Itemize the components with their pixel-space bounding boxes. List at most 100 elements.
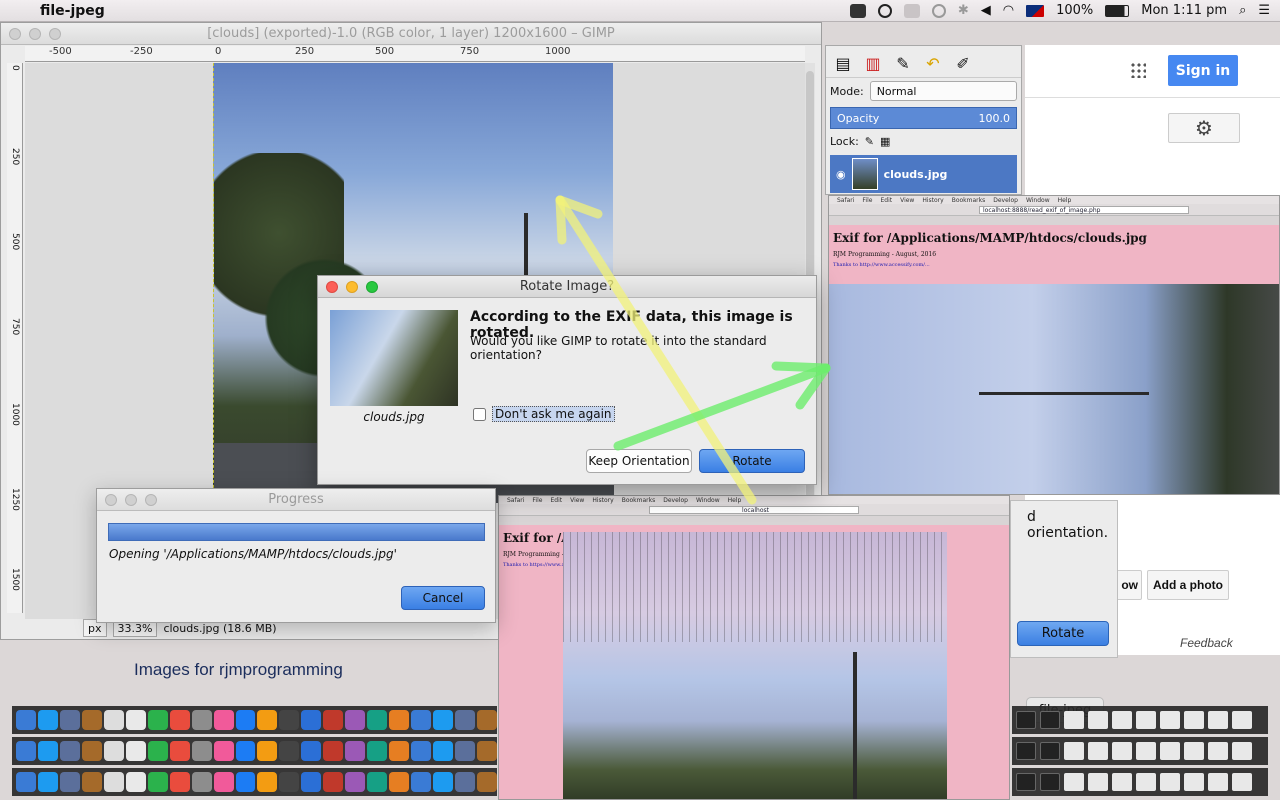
minimize-button[interactable]: [346, 281, 358, 293]
dock-app-icon[interactable]: [147, 772, 168, 792]
layer-row[interactable]: ◉ clouds.jpg: [830, 155, 1017, 193]
dock-app-icon[interactable]: [169, 741, 190, 761]
dock-app-icon[interactable]: [125, 741, 146, 761]
battery-icon[interactable]: [1105, 4, 1130, 17]
dock-window-thumbnail[interactable]: [1112, 742, 1132, 760]
keep-orientation-button[interactable]: Keep Orientation: [586, 449, 692, 473]
spotlight-search-icon[interactable]: ⌕: [1239, 3, 1246, 18]
dock-app-icon[interactable]: [37, 772, 58, 792]
opacity-slider[interactable]: Opacity 100.0: [830, 107, 1017, 129]
zoom-button[interactable]: [145, 494, 157, 506]
dock-app-icon[interactable]: [455, 772, 476, 792]
dock-app-icon[interactable]: [147, 710, 168, 730]
dock-app-icon[interactable]: [455, 741, 476, 761]
app-status-icon[interactable]: [849, 3, 866, 18]
dialog-titlebar[interactable]: Rotate Image?: [318, 276, 816, 298]
dock-app-icon[interactable]: [213, 710, 234, 730]
dock-window-thumbnail-dark[interactable]: [1016, 711, 1036, 729]
zoom-button[interactable]: [49, 28, 61, 40]
dock-window-thumbnail[interactable]: [1208, 742, 1228, 760]
dock-app-icon[interactable]: [125, 772, 146, 792]
dock-app-icon[interactable]: [389, 741, 410, 761]
bluetooth-icon[interactable]: ✱: [958, 3, 969, 18]
dock-window-thumbnail[interactable]: [1160, 773, 1180, 791]
dock-app-icon[interactable]: [389, 710, 410, 730]
dock-app-icon[interactable]: [191, 772, 212, 792]
dock-app-icon[interactable]: [433, 741, 454, 761]
active-app-name[interactable]: file-jpeg: [40, 3, 105, 19]
dock-window-thumbnail[interactable]: [1064, 711, 1084, 729]
add-photo-button[interactable]: Add a photo: [1147, 570, 1229, 600]
dock-app-icon[interactable]: [301, 741, 322, 761]
feedback-link[interactable]: Feedback: [1180, 636, 1233, 650]
dock-window-thumbnail[interactable]: [1064, 773, 1084, 791]
battery-percent[interactable]: 100%: [1056, 3, 1093, 18]
dock-window-thumbnail-dark[interactable]: [1040, 742, 1060, 760]
dock-window-thumbnail[interactable]: [1112, 773, 1132, 791]
dock-window-thumbnail-dark[interactable]: [1040, 711, 1060, 729]
dock-app-icon[interactable]: [103, 710, 124, 730]
settings-gear-button[interactable]: ⚙: [1168, 113, 1240, 143]
dock-app-icon[interactable]: [367, 772, 388, 792]
dock-app-icon[interactable]: [235, 710, 256, 730]
circle-status-icon[interactable]: [877, 3, 892, 18]
dock-window-thumbnail[interactable]: [1208, 773, 1228, 791]
cancel-button[interactable]: Cancel: [401, 586, 485, 610]
dock-window-thumbnail[interactable]: [1136, 742, 1156, 760]
dock-app-icon[interactable]: [169, 772, 190, 792]
dock-app-icon[interactable]: [455, 710, 476, 730]
lock-alpha-icon[interactable]: ▦: [880, 135, 890, 148]
zoom-button[interactable]: [366, 281, 378, 293]
apps-grid-icon[interactable]: [1130, 62, 1146, 78]
mode-select[interactable]: Normal: [869, 81, 1017, 101]
dock-window-thumbnail[interactable]: [1208, 711, 1228, 729]
dock-app-icon[interactable]: [301, 710, 322, 730]
dock-app-icon[interactable]: [147, 741, 168, 761]
dock-app-icon[interactable]: [411, 772, 432, 792]
dock-app-icon[interactable]: [257, 772, 278, 792]
dock-app-icon[interactable]: [103, 741, 124, 761]
dock-app-icon[interactable]: [345, 772, 366, 792]
dock-window-thumbnail-dark[interactable]: [1016, 773, 1036, 791]
dont-ask-checkbox-row[interactable]: Don't ask me again: [473, 406, 615, 422]
dock-app-icon[interactable]: [279, 710, 300, 730]
dock-window-thumbnail-dark[interactable]: [1016, 742, 1036, 760]
minimize-button[interactable]: [29, 28, 41, 40]
dock-window-thumbnail[interactable]: [1160, 742, 1180, 760]
dock-window-thumbnail[interactable]: [1088, 773, 1108, 791]
dock-app-icon[interactable]: [37, 741, 58, 761]
input-source-flag-icon[interactable]: [1026, 4, 1045, 17]
dock-window-thumbnail[interactable]: [1232, 773, 1252, 791]
dock-window-thumbnail[interactable]: [1184, 773, 1204, 791]
dock-app-icon[interactable]: [389, 772, 410, 792]
dock-window-thumbnail[interactable]: [1232, 711, 1252, 729]
dock-app-icon[interactable]: [411, 741, 432, 761]
dock-app-icon[interactable]: [477, 772, 497, 792]
horizontal-ruler[interactable]: -500 -250 0 250 500 750 1000: [25, 46, 805, 62]
close-button[interactable]: [9, 28, 21, 40]
dock-app-icon[interactable]: [169, 710, 190, 730]
gimp-titlebar[interactable]: [clouds] (exported)-1.0 (RGB color, 1 la…: [1, 23, 821, 45]
dock-window-thumbnail[interactable]: [1064, 742, 1084, 760]
wifi-icon[interactable]: ◠: [1003, 3, 1014, 18]
dock-app-icon[interactable]: [235, 772, 256, 792]
dock-app-icon[interactable]: [191, 710, 212, 730]
dock-app-icon[interactable]: [37, 710, 58, 730]
dock-app-icon[interactable]: [16, 710, 36, 730]
dock-app-icon[interactable]: [367, 741, 388, 761]
dock-app-icon[interactable]: [213, 772, 234, 792]
airplay-icon[interactable]: [903, 3, 920, 18]
dock-window-thumbnail[interactable]: [1160, 711, 1180, 729]
dock-app-icon[interactable]: [477, 741, 497, 761]
dock-app-icon[interactable]: [16, 741, 36, 761]
volume-icon[interactable]: ◀: [981, 3, 991, 18]
dock-app-icon[interactable]: [345, 710, 366, 730]
dock-app-icon[interactable]: [81, 772, 102, 792]
dock-app-icon[interactable]: [477, 710, 497, 730]
dock-app-icon[interactable]: [433, 710, 454, 730]
dock-app-icon[interactable]: [433, 772, 454, 792]
dock-app-icon[interactable]: [257, 710, 278, 730]
close-button[interactable]: [105, 494, 117, 506]
clock[interactable]: Mon 1:11 pm: [1141, 3, 1227, 18]
dock-window-thumbnail[interactable]: [1136, 711, 1156, 729]
